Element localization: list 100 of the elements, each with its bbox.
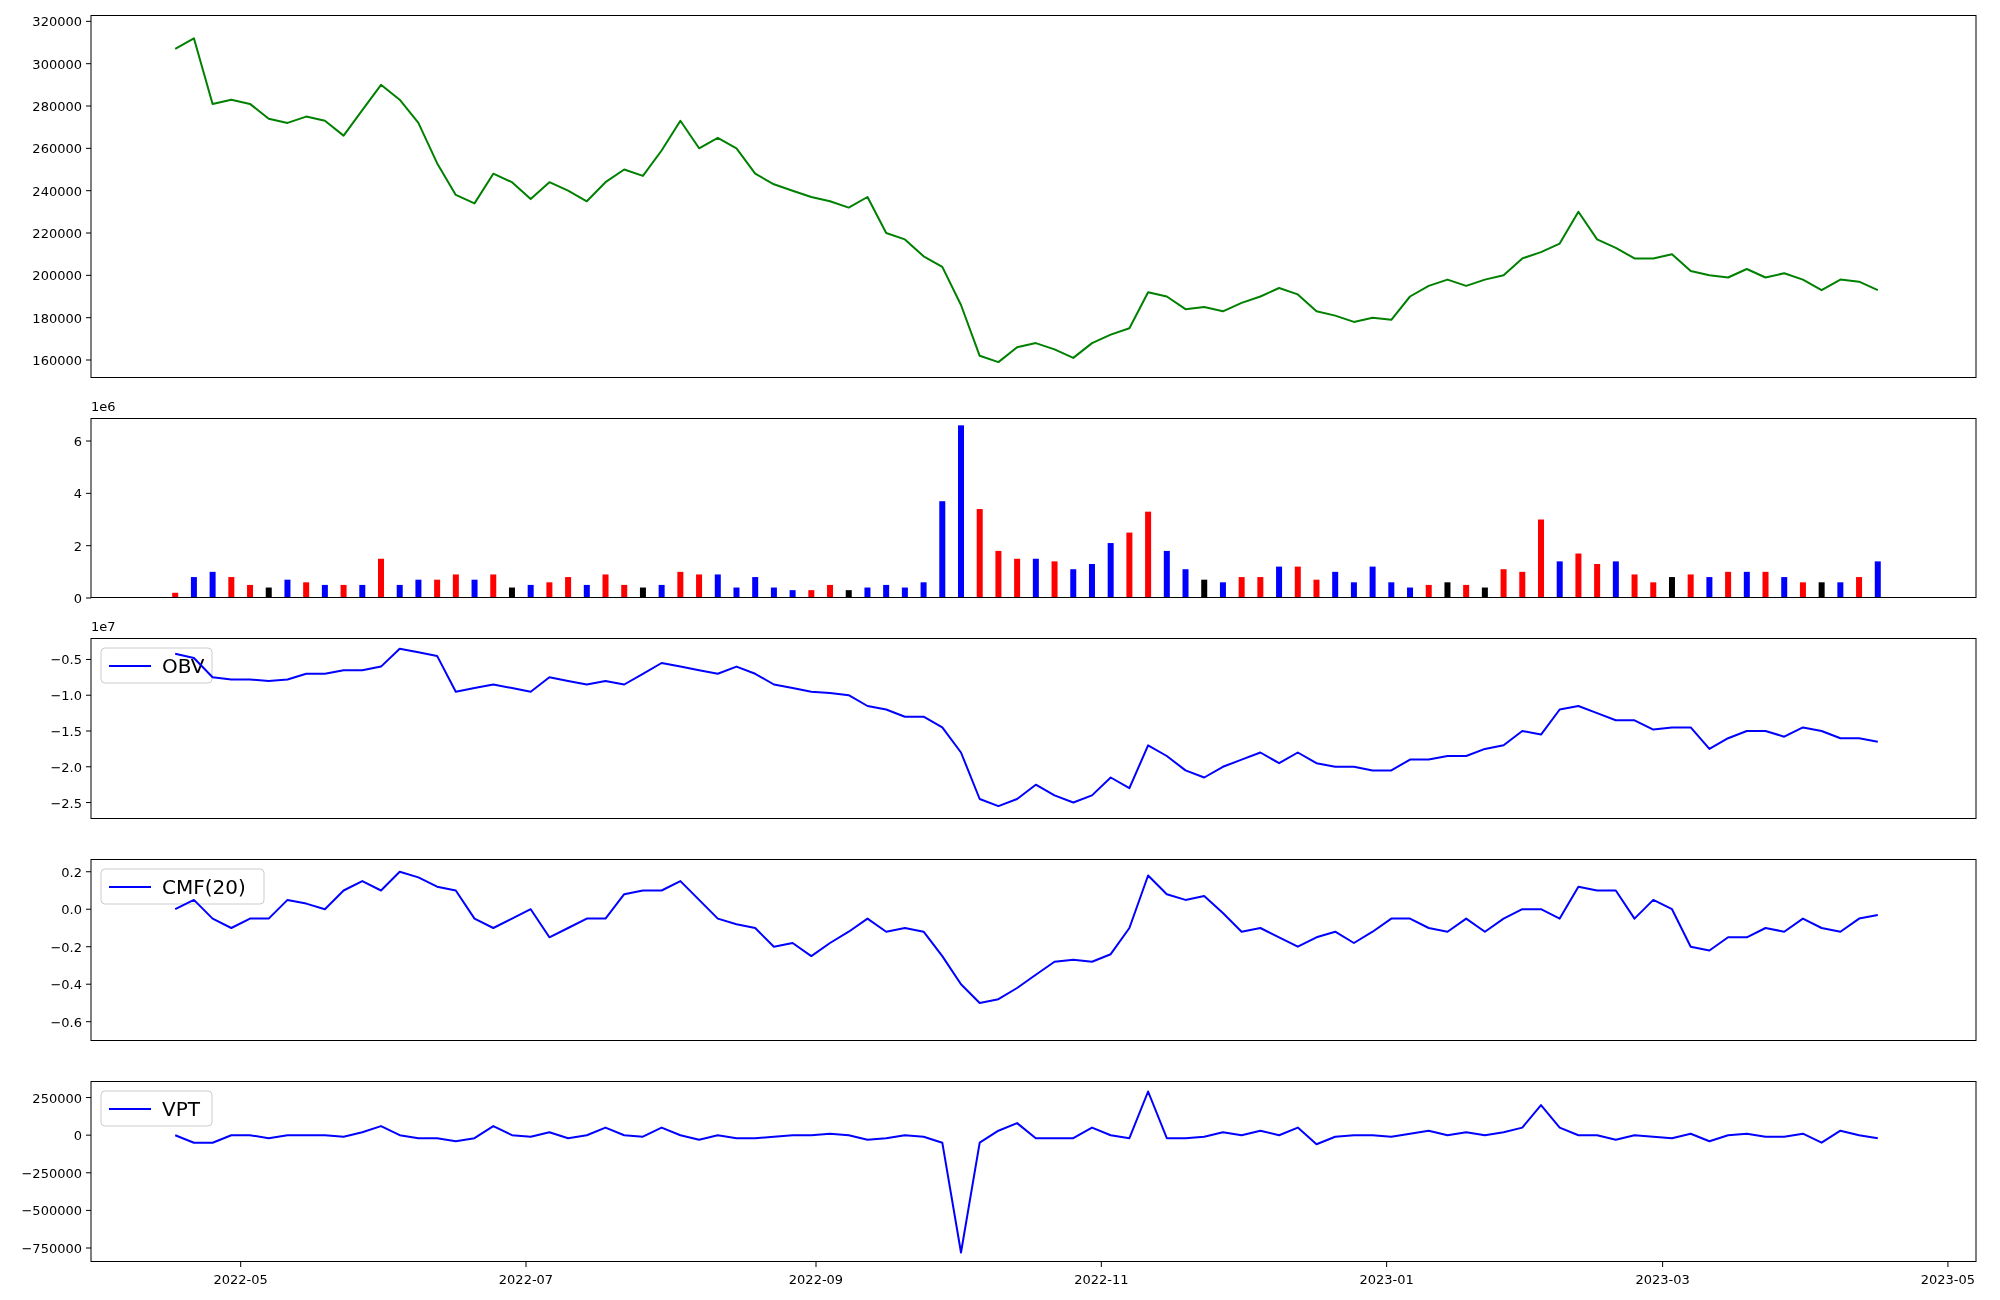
y-tick-label: 0.2: [61, 864, 82, 880]
volume-bar: [621, 584, 628, 598]
tick-mark: [815, 1261, 817, 1268]
volume-bar: [415, 579, 422, 598]
x-tick-label: 2022-07: [498, 1272, 554, 1287]
volume-bar: [452, 574, 459, 598]
volume-bar: [714, 574, 721, 598]
volume-bar: [565, 577, 572, 598]
axis-offset-label: 1e7: [91, 619, 116, 634]
volume-bar: [1126, 532, 1133, 598]
volume-bar: [864, 587, 871, 598]
y-tick-label: 0: [73, 1128, 82, 1144]
tick-mark: [85, 694, 92, 696]
y-tick-label: 200000: [32, 268, 82, 284]
volume-bar: [1163, 550, 1170, 598]
tick-mark: [85, 1021, 92, 1023]
y-tick-label: 300000: [32, 56, 82, 72]
tick-mark: [85, 492, 92, 494]
y-tick-label: 250000: [32, 1090, 82, 1106]
tick-mark: [85, 1097, 92, 1099]
tick-mark: [85, 983, 92, 985]
volume-bar: [396, 584, 403, 598]
x-tick-label: 2023-01: [1359, 1272, 1414, 1287]
x-tick-label: 2023-03: [1635, 1272, 1690, 1287]
volume-bar: [378, 558, 384, 598]
volume-bar: [1425, 584, 1432, 598]
volume-bar: [752, 577, 759, 598]
volume-bar: [677, 571, 684, 598]
y-tick-label: −0.5: [50, 652, 82, 668]
volume-bar: [1032, 558, 1039, 598]
tick-mark: [85, 232, 92, 234]
y-tick-label: −1.0: [50, 688, 82, 704]
tick-mark: [85, 1172, 92, 1174]
volume-bar: [1294, 566, 1301, 598]
volume-bar: [265, 587, 272, 598]
volume-bar: [209, 571, 216, 598]
volume-bar: [1313, 579, 1320, 598]
volume-bar: [1725, 571, 1732, 598]
axis-offset-label: 1e6: [91, 399, 116, 414]
legend-line-icon: [108, 886, 152, 888]
volume-bar: [1837, 582, 1844, 598]
tick-mark: [1662, 1261, 1664, 1268]
y-tick-label: −1.5: [50, 724, 82, 739]
legend-label: VPT: [162, 1097, 200, 1121]
volume-bar: [808, 590, 815, 598]
volume-bar: [789, 590, 796, 598]
volume-bar: [1668, 577, 1675, 598]
volume-bar: [1182, 569, 1189, 598]
volume-bar: [508, 587, 515, 598]
y-tick-label: 260000: [32, 141, 82, 157]
volume-bar: [1070, 569, 1077, 598]
volume-bar: [1612, 561, 1619, 598]
legend-label: OBV: [162, 654, 205, 678]
tick-mark: [85, 730, 92, 732]
volume-bar: [1575, 553, 1582, 598]
volume-bar: [733, 587, 740, 598]
legend-line-icon: [108, 665, 152, 667]
y-tick-label: −500000: [21, 1203, 82, 1219]
volume-bar: [1500, 569, 1507, 598]
volume-bar: [1219, 582, 1226, 598]
tick-mark: [85, 1247, 92, 1249]
tick-mark: [85, 359, 92, 361]
volume-bar: [1743, 571, 1750, 598]
tick-mark: [85, 105, 92, 107]
y-tick-label: −0.2: [50, 939, 82, 955]
volume-bar: [284, 579, 291, 598]
volume-bar: [1201, 579, 1208, 598]
volume-bar: [1594, 564, 1601, 598]
volume-bar: [1799, 582, 1806, 598]
y-tick-label: −2.0: [50, 759, 82, 775]
x-tick-label: 2022-05: [213, 1272, 268, 1287]
tick-mark: [85, 946, 92, 948]
volume-bar: [920, 582, 927, 598]
volume-bar: [321, 584, 328, 598]
y-tick-label: 240000: [32, 183, 82, 199]
y-tick-label: 0.0: [61, 902, 82, 918]
tick-mark: [85, 190, 92, 192]
volume-bar: [1088, 564, 1095, 598]
y-tick-label: 0: [73, 591, 82, 606]
volume-bar: [1463, 584, 1470, 598]
tick-mark: [1386, 1261, 1388, 1268]
y-tick-label: −0.4: [50, 977, 82, 993]
y-tick-label: 4: [73, 486, 82, 502]
tick-mark: [85, 545, 92, 547]
volume-bar: [471, 579, 478, 598]
volume-bar: [247, 584, 254, 598]
x-tick-label: 2023-05: [1920, 1272, 1976, 1287]
volume-bar: [1014, 558, 1021, 598]
tick-mark: [1100, 1261, 1102, 1268]
volume-bar: [658, 584, 665, 598]
volume-bar: [303, 582, 310, 598]
volume-bar: [1238, 577, 1245, 598]
volume-bar: [583, 584, 590, 598]
volume-bar: [1332, 571, 1339, 598]
volume-bar: [602, 574, 609, 598]
y-tick-label: −750000: [21, 1241, 82, 1256]
legend-label: CMF(20): [162, 875, 246, 899]
volume-bar: [1388, 582, 1395, 598]
volume-bar: [190, 577, 197, 598]
y-tick-label: −0.6: [50, 1014, 82, 1030]
